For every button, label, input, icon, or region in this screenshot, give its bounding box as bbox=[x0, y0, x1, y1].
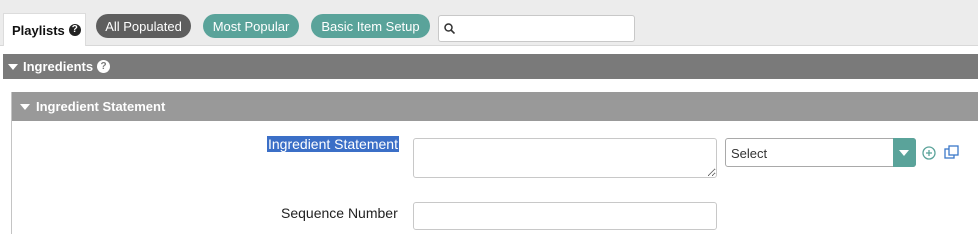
search-icon bbox=[444, 23, 455, 34]
ingredients-panel-header[interactable]: Ingredients ? bbox=[3, 54, 978, 79]
playlist-search[interactable] bbox=[438, 15, 635, 42]
sequence-number-label: Sequence Number bbox=[281, 205, 398, 221]
pill-basic-item-setup[interactable]: Basic Item Setup bbox=[311, 14, 430, 38]
collapse-triangle-icon bbox=[8, 63, 18, 70]
select-value: Select bbox=[731, 146, 768, 161]
search-input[interactable] bbox=[459, 18, 631, 39]
playlist-bar: Playlists ? All Populated Most Popular B… bbox=[0, 0, 978, 46]
ingredient-statement-textarea[interactable] bbox=[413, 138, 717, 178]
collapse-triangle-icon bbox=[20, 103, 30, 110]
ingredient-statement-title: Ingredient Statement bbox=[36, 99, 166, 114]
ingredient-statement-header[interactable]: Ingredient Statement bbox=[12, 92, 978, 121]
ingredient-statement-label: Ingredient Statement bbox=[267, 136, 399, 152]
add-circle-icon[interactable] bbox=[922, 146, 936, 160]
playlists-tab[interactable]: Playlists ? bbox=[3, 13, 86, 46]
ingredients-title: Ingredients bbox=[23, 59, 94, 74]
copy-icon[interactable] bbox=[944, 145, 959, 160]
select-dropdown-button[interactable] bbox=[893, 138, 916, 167]
pill-all-populated[interactable]: All Populated bbox=[96, 14, 191, 38]
pill-most-popular[interactable]: Most Popular bbox=[203, 14, 299, 38]
help-icon[interactable]: ? bbox=[68, 24, 81, 36]
sequence-number-input[interactable] bbox=[413, 202, 717, 230]
chevron-down-icon bbox=[899, 150, 909, 156]
ingredient-statement-section: Ingredient Statement Ingredient Statemen… bbox=[11, 92, 978, 234]
help-icon[interactable]: ? bbox=[97, 60, 111, 73]
playlists-tab-label: Playlists bbox=[12, 22, 65, 38]
language-select[interactable]: Select bbox=[725, 138, 916, 167]
